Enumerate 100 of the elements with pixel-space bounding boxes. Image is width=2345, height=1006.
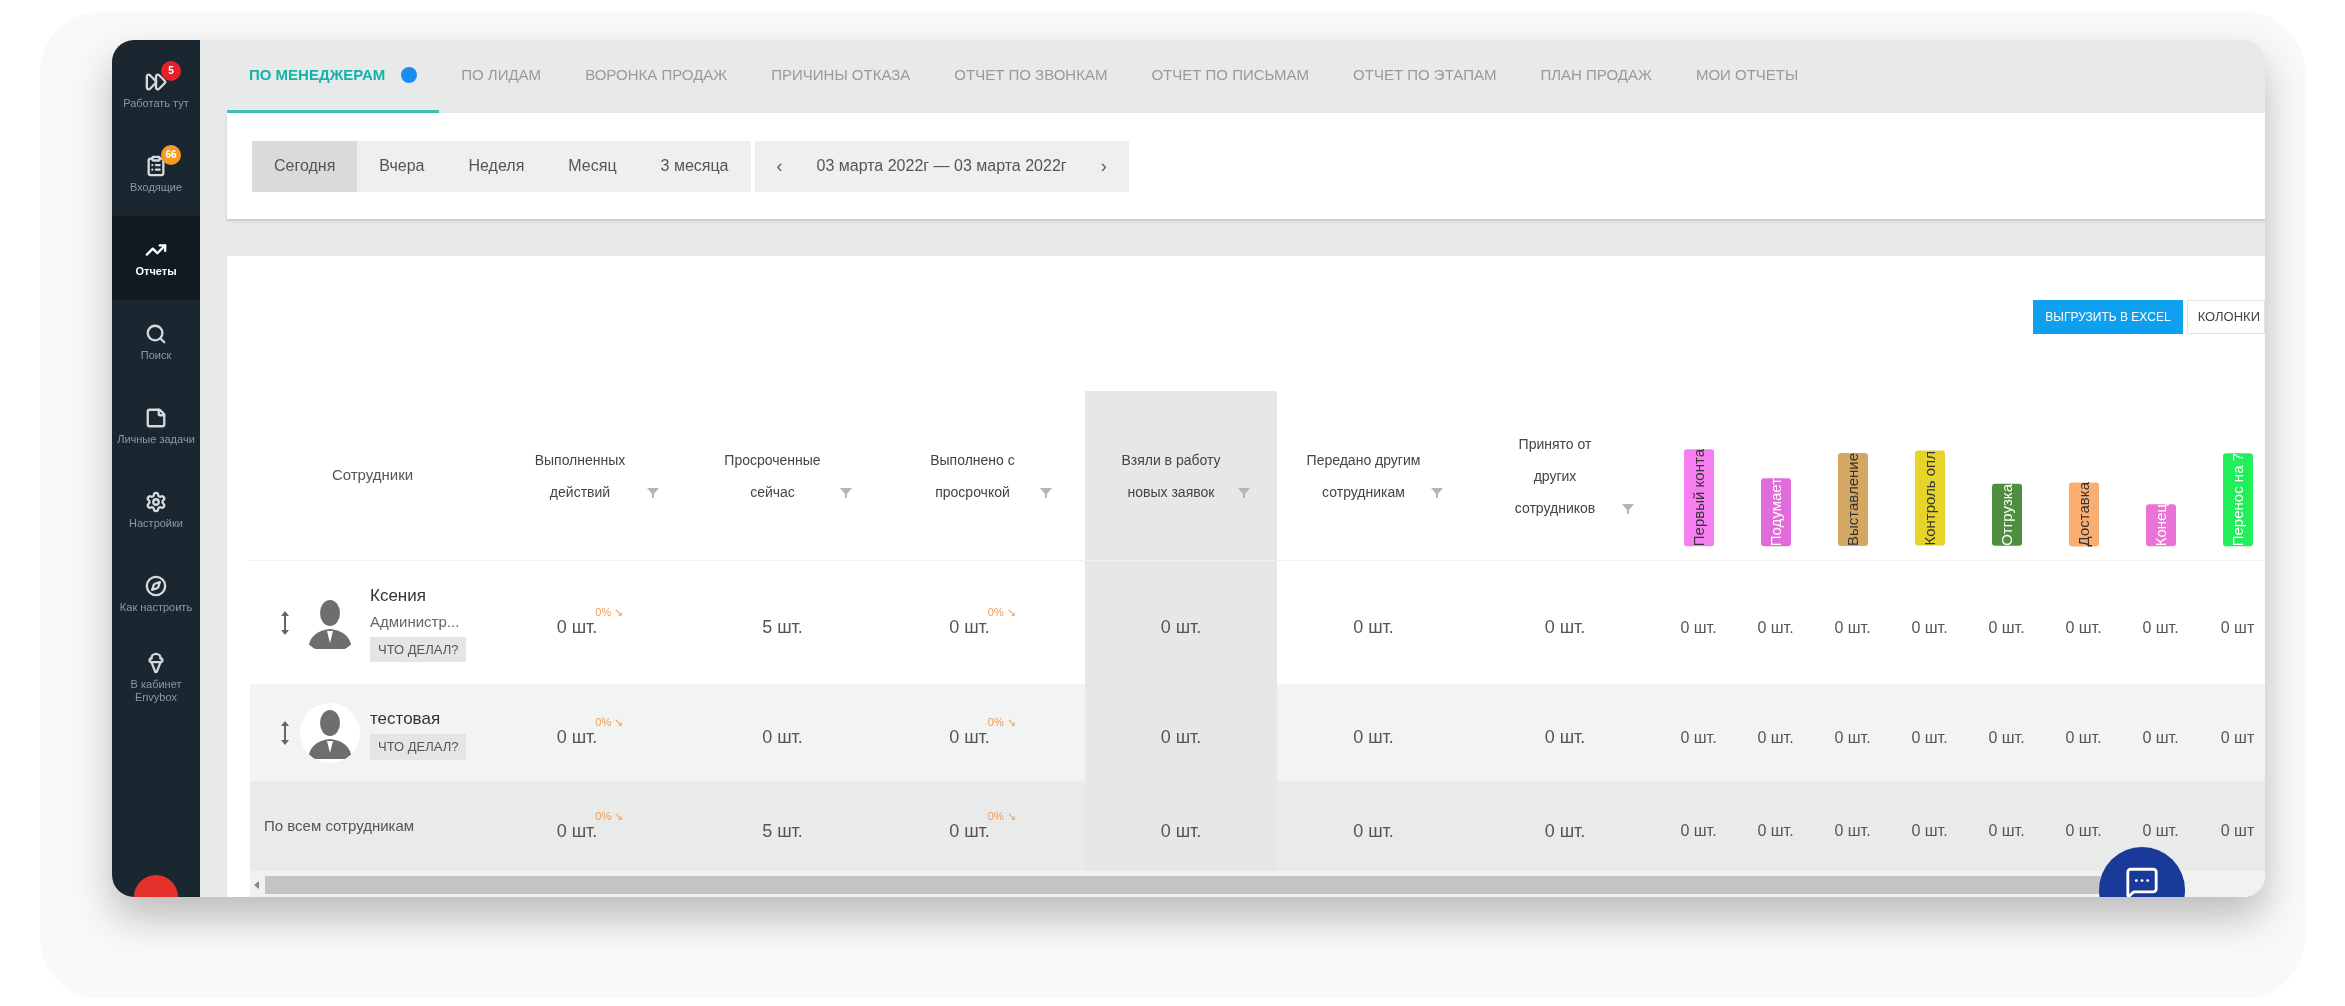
sidebar-item[interactable]: Настройки xyxy=(112,468,200,552)
sidebar-item[interactable]: 5 Работать тут xyxy=(112,48,200,132)
previous-button[interactable]: ‹ xyxy=(762,152,797,180)
stage-label: Конец xyxy=(2145,503,2176,546)
sidebar-item[interactable]: Личные задачи xyxy=(112,384,200,468)
filter-icon[interactable] xyxy=(1238,487,1250,498)
chat-icon xyxy=(2125,865,2159,897)
stage-label: Выставление xyxy=(1837,452,1868,546)
employee-name: тестовая xyxy=(370,707,441,730)
count-text: 0 шт. xyxy=(1160,616,1202,639)
fast-forward-icon xyxy=(145,70,167,93)
period-button[interactable]: Месяц xyxy=(546,140,639,192)
search-icon xyxy=(145,322,167,345)
count-text: 0 шт. xyxy=(556,616,598,639)
count-text: 0 шт. xyxy=(1834,821,1871,841)
percent-change: 0% ↘ xyxy=(987,715,1016,730)
count-text: 0 шт. xyxy=(1911,727,1948,748)
count-text: 0 шт. xyxy=(2065,727,2102,748)
count-text: 0 шт. xyxy=(1680,821,1717,841)
count-text: 0 шт. xyxy=(1544,726,1586,749)
count-text: 0 шт. xyxy=(1911,617,1948,638)
count-text: 0 шт. xyxy=(1353,726,1394,749)
stage-label: Отгрузка xyxy=(1991,484,2022,546)
stage-label: Контроль опл xyxy=(1914,451,1945,546)
filter-icon[interactable] xyxy=(1430,487,1443,498)
sidebar-label: Поиск xyxy=(139,348,173,362)
count-text: 0 шт. xyxy=(1757,727,1794,748)
column-header: Выполнено с просрочкой xyxy=(929,450,1016,502)
count-text: 0 шт xyxy=(2220,617,2255,638)
count-text: 0 шт. xyxy=(1680,617,1717,638)
activity-button[interactable]: ЧТО ДЕЛАЛ? xyxy=(370,734,467,760)
filter-icon[interactable] xyxy=(1039,487,1052,498)
count-text: 0 шт. xyxy=(1988,727,2025,748)
period-button[interactable]: Вчера xyxy=(357,140,447,192)
stage-label: Подумает xyxy=(1760,477,1791,546)
count-text: 0 шт. xyxy=(1988,617,2025,638)
count-text: 0 шт xyxy=(2220,821,2255,841)
column-header: Взяли в работу новых заявок xyxy=(1120,450,1222,502)
count-text: 0 шт xyxy=(2220,727,2255,748)
count-text: 5 шт. xyxy=(762,616,803,639)
column-header: Принято от других сотрудников xyxy=(1513,434,1597,518)
period-button[interactable]: Неделя xyxy=(446,140,547,192)
count-text: 0 шт. xyxy=(1544,819,1586,843)
count-text: 5 шт. xyxy=(762,819,803,843)
count-text: 0 шт. xyxy=(949,616,990,639)
sidebar-item[interactable]: Отчеты xyxy=(112,216,200,300)
period-button[interactable]: Сегодня xyxy=(252,140,358,192)
stage-label: Первый конта xyxy=(1683,448,1714,546)
count-text: 0 шт. xyxy=(2065,821,2102,841)
activity-button[interactable]: ЧТО ДЕЛАЛ? xyxy=(370,636,467,663)
total-label: По всем сотрудникам xyxy=(264,815,415,836)
employee-role: Администр... xyxy=(370,612,460,633)
sidebar-item[interactable]: В кабинет Envybox xyxy=(112,636,200,720)
sidebar-label: Входящие xyxy=(128,180,184,194)
filter-icon[interactable] xyxy=(647,487,659,498)
employee-name: Ксения xyxy=(370,584,426,607)
count-text: 0 шт. xyxy=(1834,617,1871,638)
count-text: 0 шт. xyxy=(1988,821,2025,841)
count-badge: 66 xyxy=(161,144,181,165)
sidebar-label: В кабинет Envybox xyxy=(129,678,183,704)
next-button[interactable]: › xyxy=(1086,152,1121,180)
count-text: 0 шт. xyxy=(1544,616,1586,639)
columns-button[interactable]: КОЛОНКИ xyxy=(2186,300,2265,334)
column-header: Сотрудники xyxy=(331,465,414,486)
count-text: 0 шт. xyxy=(2065,617,2102,638)
period-button[interactable]: 3 месяца xyxy=(638,140,751,192)
column-header: Выполненных действий xyxy=(533,450,627,502)
filter-icon[interactable] xyxy=(1622,503,1634,514)
sidebar-label: Личные задачи xyxy=(116,432,196,446)
count-text: 0 шт. xyxy=(556,726,598,749)
count-text: 0 шт. xyxy=(2142,821,2179,841)
date-range-text: 03 марта 2022г — 03 марта 2022г xyxy=(815,156,1068,176)
stage-label: Доставка xyxy=(2068,481,2099,546)
ice-cream-icon xyxy=(145,652,167,674)
sidebar-item[interactable]: Как настроить xyxy=(112,552,200,636)
export-button[interactable]: ВЫГРУЗИТЬ В EXCEL xyxy=(2033,300,2183,334)
sidebar-label: Настройки xyxy=(128,516,184,530)
percent-change: 0% ↘ xyxy=(987,605,1016,620)
filter-icon[interactable] xyxy=(839,487,852,498)
note-icon xyxy=(145,406,167,429)
column-header: Передано другим сотрудникам xyxy=(1305,450,1422,502)
count-text: 0 шт. xyxy=(1160,726,1202,749)
percent-change: 0% ↘ xyxy=(595,605,624,620)
count-text: 0 шт. xyxy=(1680,727,1717,748)
sidebar-label: Как настроить xyxy=(118,600,194,614)
stage-label: Перенос на 7 xyxy=(2222,452,2253,546)
count-text: 0 шт. xyxy=(762,726,803,749)
count-text: 0 шт. xyxy=(1911,821,1948,841)
drag-handle-icon[interactable] xyxy=(280,719,290,746)
count-text: 0 шт. xyxy=(2142,727,2179,748)
horizontal-scrollbar[interactable] xyxy=(250,871,2265,897)
clipboard-icon xyxy=(145,154,167,177)
percent-change: 0% ↘ xyxy=(595,715,624,730)
compass-icon xyxy=(145,574,167,597)
drag-handle-icon[interactable] xyxy=(280,609,290,636)
count-text: 0 шт. xyxy=(1353,819,1394,843)
column-header: Просроченные сейчас xyxy=(723,450,822,502)
sidebar-item[interactable]: 66 Входящие xyxy=(112,132,200,216)
sidebar-item[interactable]: Поиск xyxy=(112,300,200,384)
count-text: 0 шт. xyxy=(949,726,990,749)
